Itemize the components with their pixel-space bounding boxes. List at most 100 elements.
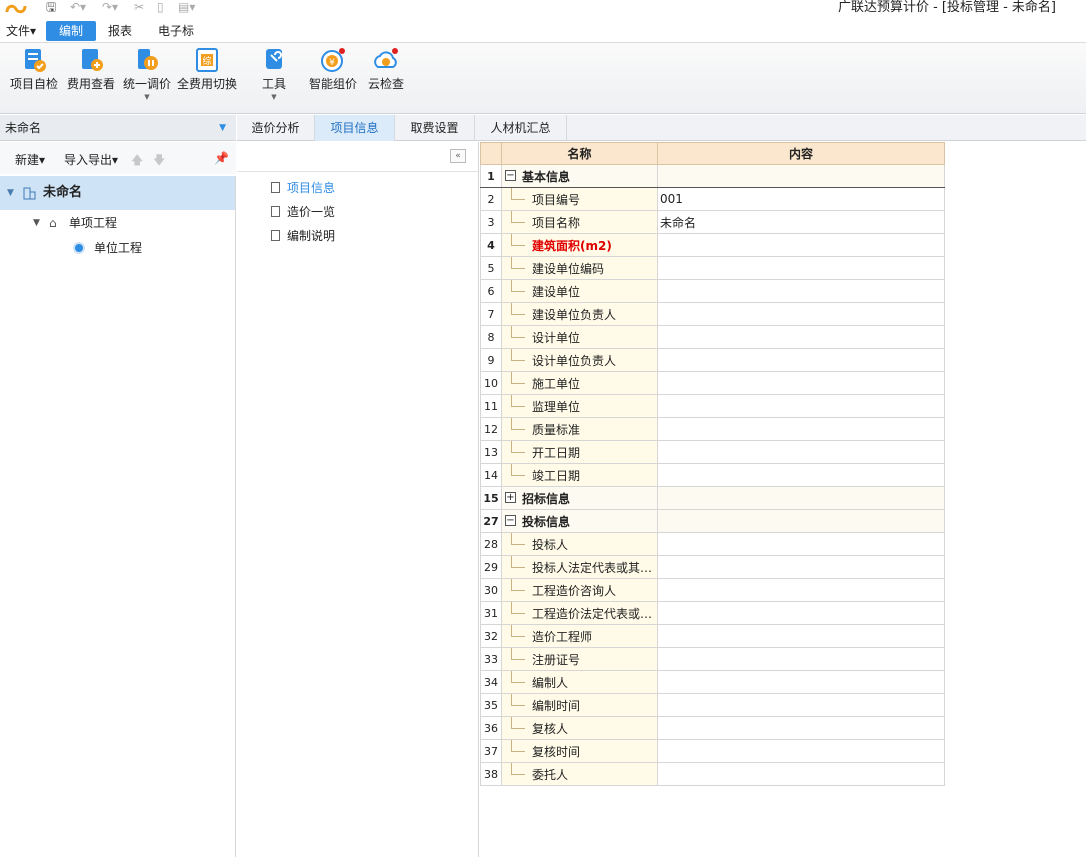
table-row[interactable]: 13 开工日期 bbox=[480, 440, 945, 464]
menu-report[interactable]: 报表 bbox=[102, 21, 138, 41]
field-name-cell[interactable]: 设计单位负责人 bbox=[501, 348, 658, 372]
column-header-name[interactable]: 名称 bbox=[501, 142, 658, 165]
nav-project-info[interactable]: 项目信息 bbox=[271, 179, 335, 196]
table-row[interactable]: 11 监理单位 bbox=[480, 394, 945, 418]
field-name-cell[interactable]: 建设单位编码 bbox=[501, 256, 658, 280]
import-export-button[interactable]: 导入导出▾ bbox=[64, 151, 118, 168]
table-row[interactable]: 37 复核时间 bbox=[480, 739, 945, 763]
cloud-check-button[interactable]: 云检查 bbox=[364, 47, 408, 109]
field-name-cell[interactable]: 注册证号 bbox=[501, 647, 658, 671]
field-name-cell[interactable]: 建筑面积(m2) bbox=[501, 233, 658, 257]
field-value-cell[interactable] bbox=[657, 762, 945, 786]
table-row[interactable]: 3 项目名称 未命名 bbox=[480, 210, 945, 234]
field-name-cell[interactable]: 工程造价咨询人 bbox=[501, 578, 658, 602]
table-row[interactable]: 29 投标人法定代表或其… bbox=[480, 555, 945, 579]
field-value-cell[interactable] bbox=[657, 233, 945, 257]
field-value-cell[interactable]: 001 bbox=[657, 187, 945, 211]
group-name-cell[interactable]: + 招标信息 bbox=[501, 486, 658, 510]
field-value-cell[interactable] bbox=[657, 486, 945, 510]
field-value-cell[interactable] bbox=[657, 164, 945, 188]
table-row[interactable]: 32 造价工程师 bbox=[480, 624, 945, 648]
field-value-cell[interactable] bbox=[657, 601, 945, 625]
field-value-cell[interactable] bbox=[657, 647, 945, 671]
nav-cost-overview[interactable]: 造价一览 bbox=[271, 203, 335, 220]
tab-labor-material[interactable]: 人材机汇总 bbox=[475, 115, 567, 141]
field-name-cell[interactable]: 开工日期 bbox=[501, 440, 658, 464]
field-name-cell[interactable]: 投标人 bbox=[501, 532, 658, 556]
field-value-cell[interactable] bbox=[657, 325, 945, 349]
field-value-cell[interactable] bbox=[657, 693, 945, 717]
field-value-cell[interactable] bbox=[657, 256, 945, 280]
table-row[interactable]: 7 建设单位负责人 bbox=[480, 302, 945, 326]
table-row[interactable]: 6 建设单位 bbox=[480, 279, 945, 303]
expand-icon[interactable]: + bbox=[505, 492, 516, 503]
field-value-cell[interactable] bbox=[657, 578, 945, 602]
undo-icon[interactable]: ↶▾ bbox=[70, 0, 86, 14]
adjust-price-button[interactable]: 统一调价 ▼ bbox=[120, 47, 174, 109]
table-row[interactable]: 4 建筑面积(m2) bbox=[480, 233, 945, 257]
table-row[interactable]: 8 设计单位 bbox=[480, 325, 945, 349]
table-row[interactable]: 27− 投标信息 bbox=[480, 509, 945, 533]
field-value-cell[interactable] bbox=[657, 509, 945, 533]
field-value-cell[interactable] bbox=[657, 716, 945, 740]
field-name-cell[interactable]: 投标人法定代表或其… bbox=[501, 555, 658, 579]
move-down-icon[interactable]: 🡇 bbox=[153, 151, 165, 172]
field-value-cell[interactable] bbox=[657, 463, 945, 487]
fee-view-button[interactable]: 费用查看 bbox=[64, 47, 118, 109]
field-value-cell[interactable] bbox=[657, 302, 945, 326]
menu-file[interactable]: 文件▾ bbox=[0, 21, 42, 41]
collapse-icon[interactable]: « bbox=[450, 149, 466, 163]
field-value-cell[interactable] bbox=[657, 394, 945, 418]
field-name-cell[interactable]: 竣工日期 bbox=[501, 463, 658, 487]
table-row[interactable]: 5 建设单位编码 bbox=[480, 256, 945, 280]
field-value-cell[interactable] bbox=[657, 670, 945, 694]
tab-fee-settings[interactable]: 取费设置 bbox=[395, 115, 475, 141]
column-header-content[interactable]: 内容 bbox=[657, 142, 945, 165]
field-value-cell[interactable] bbox=[657, 532, 945, 556]
cut-icon[interactable]: ✂ bbox=[134, 0, 144, 14]
self-check-button[interactable]: 项目自检 bbox=[6, 47, 62, 109]
copy-icon[interactable]: ▯ bbox=[157, 0, 164, 14]
tree-item-project[interactable]: ▼ 未命名 bbox=[0, 176, 235, 210]
field-name-cell[interactable]: 编制时间 bbox=[501, 693, 658, 717]
field-name-cell[interactable]: 委托人 bbox=[501, 762, 658, 786]
table-row[interactable]: 30 工程造价咨询人 bbox=[480, 578, 945, 602]
table-row[interactable]: 10 施工单位 bbox=[480, 371, 945, 395]
new-button[interactable]: 新建▾ bbox=[15, 151, 45, 168]
table-row[interactable]: 14 竣工日期 bbox=[480, 463, 945, 487]
field-name-cell[interactable]: 复核时间 bbox=[501, 739, 658, 763]
chevron-down-icon[interactable]: ▼ bbox=[219, 115, 226, 141]
table-row[interactable]: 28 投标人 bbox=[480, 532, 945, 556]
table-row[interactable]: 38 委托人 bbox=[480, 762, 945, 786]
collapse-icon[interactable]: − bbox=[505, 515, 516, 526]
field-name-cell[interactable]: 施工单位 bbox=[501, 371, 658, 395]
field-name-cell[interactable]: 监理单位 bbox=[501, 394, 658, 418]
field-name-cell[interactable]: 设计单位 bbox=[501, 325, 658, 349]
pin-icon[interactable]: 📌 bbox=[214, 151, 229, 165]
field-name-cell[interactable]: 复核人 bbox=[501, 716, 658, 740]
caret-down-icon[interactable]: ▼ bbox=[7, 176, 14, 210]
collapse-icon[interactable]: − bbox=[505, 170, 516, 181]
tab-cost-analysis[interactable]: 造价分析 bbox=[237, 115, 315, 141]
field-value-cell[interactable] bbox=[657, 624, 945, 648]
tree-item-unit[interactable]: 单位工程 bbox=[0, 231, 235, 265]
table-row[interactable]: 36 复核人 bbox=[480, 716, 945, 740]
table-row[interactable]: 15 + 招标信息 bbox=[480, 486, 945, 510]
nav-compile-notes[interactable]: 编制说明 bbox=[271, 227, 335, 244]
paste-icon[interactable]: ▤▾ bbox=[178, 0, 195, 14]
smart-price-button[interactable]: ¥ 智能组价 bbox=[306, 47, 360, 109]
table-row[interactable]: 9 设计单位负责人 bbox=[480, 348, 945, 372]
field-value-cell[interactable] bbox=[657, 555, 945, 579]
menu-edit[interactable]: 编制 bbox=[46, 21, 96, 41]
field-value-cell[interactable] bbox=[657, 440, 945, 464]
table-row[interactable]: 35 编制时间 bbox=[480, 693, 945, 717]
field-name-cell[interactable]: 工程造价法定代表或… bbox=[501, 601, 658, 625]
menu-ebid[interactable]: 电子标 bbox=[152, 21, 200, 41]
field-name-cell[interactable]: 建设单位负责人 bbox=[501, 302, 658, 326]
table-row[interactable]: 1− 基本信息 bbox=[480, 164, 945, 188]
group-name-cell[interactable]: − 基本信息 bbox=[501, 164, 658, 188]
field-value-cell[interactable] bbox=[657, 417, 945, 441]
field-value-cell[interactable] bbox=[657, 371, 945, 395]
table-row[interactable]: 33 注册证号 bbox=[480, 647, 945, 671]
group-name-cell[interactable]: − 投标信息 bbox=[501, 509, 658, 533]
